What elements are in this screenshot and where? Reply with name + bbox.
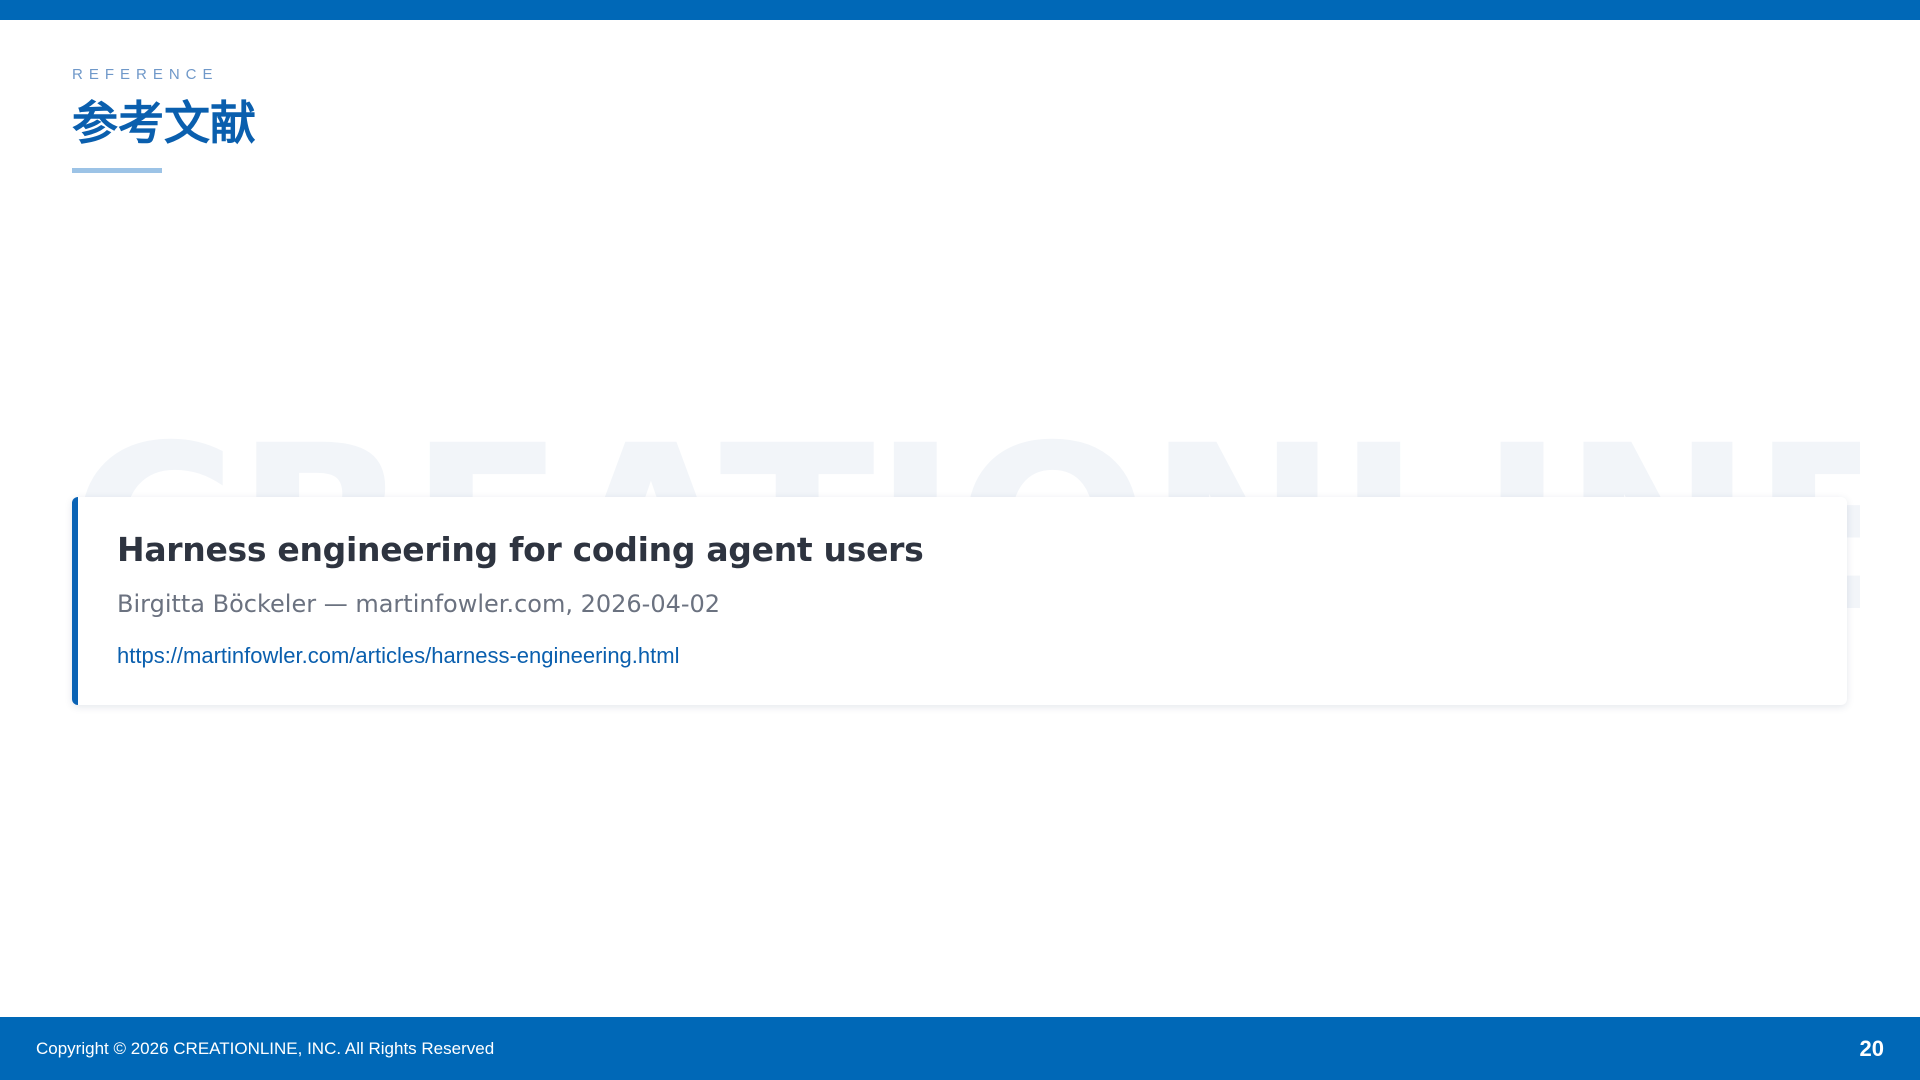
footer-copyright: Copyright © 2026 CREATIONLINE, INC. All … <box>36 1039 495 1058</box>
section-eyebrow: REFERENCE <box>72 66 219 83</box>
page-number: 20 <box>1859 1036 1884 1061</box>
reference-meta: Birgitta Böckeler — martinfowler.com, 20… <box>117 590 721 618</box>
footer-bar: Copyright © 2026 CREATIONLINE, INC. All … <box>0 1017 1920 1080</box>
reference-title: Harness engineering for coding agent use… <box>117 530 924 569</box>
page-title: 参考文献 <box>72 96 256 150</box>
reference-link[interactable]: https://martinfowler.com/articles/harnes… <box>117 643 679 669</box>
reference-card: Harness engineering for coding agent use… <box>72 497 1847 705</box>
top-accent-bar <box>0 0 1920 20</box>
title-underline <box>72 168 162 173</box>
